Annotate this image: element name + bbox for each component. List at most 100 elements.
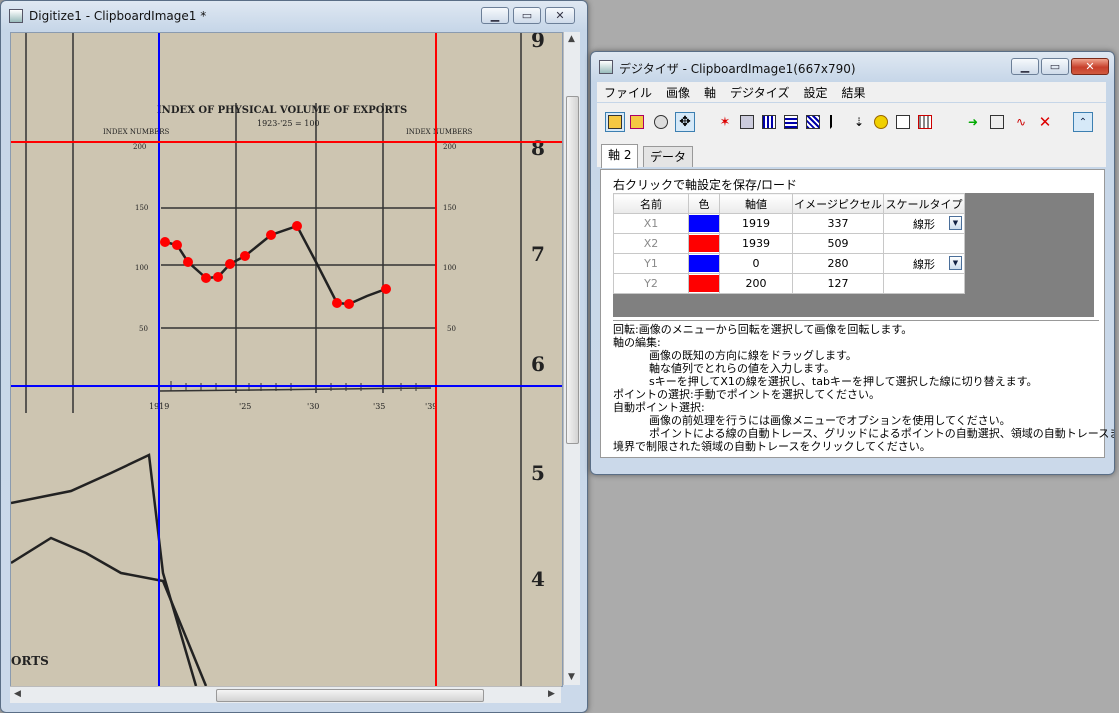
table-row[interactable]: Y1 0 280 線形 ▼ [613,253,965,274]
tab-axis[interactable]: 軸 2 [601,144,639,168]
export-icon[interactable]: ➜ [963,112,983,132]
row-color[interactable] [688,213,720,234]
points-icon[interactable]: ✶ [715,112,735,132]
row-scale-type[interactable] [883,233,965,254]
picked-point[interactable] [172,240,182,250]
delete-points-icon[interactable] [915,112,935,132]
header-axis-value[interactable]: 軸値 [719,193,793,214]
box-icon[interactable] [803,112,823,132]
horizontal-scrollbar[interactable]: ◀ ▶ [10,686,561,703]
maximize-button[interactable]: ▭ [1041,58,1069,75]
menu-settings[interactable]: 設定 [796,84,834,101]
columns-icon[interactable] [987,112,1007,132]
scroll-up-arrow-icon[interactable]: ▲ [568,34,575,44]
header-scale-type[interactable]: スケールタイプ [883,193,965,214]
menu-image[interactable]: 画像 [659,84,697,101]
y-tick-left: 150 [135,204,148,212]
row-name: X2 [613,233,689,254]
move-axes-icon[interactable]: ✥ [675,112,695,132]
chevron-down-icon[interactable]: ▼ [949,216,962,230]
scale-type-value: 線形 [913,257,935,271]
axis-icon[interactable] [827,112,847,132]
page-number: 6 [531,352,545,376]
picked-point[interactable] [381,284,391,294]
header-image-pixel[interactable]: イメージピクセル [792,193,884,214]
header-color[interactable]: 色 [688,193,720,214]
row-axis-value[interactable]: 200 [719,273,793,294]
maximize-button[interactable]: ▭ [513,7,541,24]
scroll-down-arrow-icon[interactable]: ▼ [568,672,575,682]
chart-title: INDEX OF PHYSICAL VOLUME OF EXPORTS [157,105,407,116]
picked-point[interactable] [292,221,302,231]
table-row[interactable]: X1 1919 337 線形 ▼ [613,213,965,234]
help-line: 画像の前処理を行うには画像メニューでオプションを使用してください。 [649,414,1011,427]
trace-icon[interactable]: ∿ [1011,112,1031,132]
row-scale-type[interactable] [883,273,965,294]
help-line: 軸の編集: [613,336,661,349]
chevron-down-icon[interactable]: ▼ [949,256,962,270]
close-button[interactable]: ✕ [545,7,575,24]
clear-icon[interactable]: ✕ [1035,112,1055,132]
picked-point[interactable] [344,299,354,309]
minimize-button[interactable]: ▁ [1011,58,1039,75]
y-tick-right: 50 [447,325,456,333]
picked-point[interactable] [201,273,211,283]
row-axis-value[interactable]: 0 [719,253,793,274]
menu-axis[interactable]: 軸 [697,84,723,101]
row-axis-value[interactable]: 1919 [719,213,793,234]
picked-point[interactable] [266,230,276,240]
row-scale-type[interactable]: 線形 ▼ [883,213,965,234]
menu-results[interactable]: 結果 [834,84,872,101]
row-image-pixel[interactable]: 280 [792,253,884,274]
open-image-icon[interactable] [605,112,625,132]
title-bar[interactable]: デジタイザ - ClipboardImage1(667x790) ▁ ▭ ✕ [591,52,1114,82]
vertical-scrollbar[interactable]: ▲ ▼ [563,32,580,685]
row-color[interactable] [688,253,720,274]
picked-point[interactable] [213,272,223,282]
collapse-icon[interactable]: ⌃ [1073,112,1093,132]
picked-point[interactable] [183,257,193,267]
rotate-icon[interactable] [651,112,671,132]
row-image-pixel[interactable]: 337 [792,213,884,234]
close-button[interactable]: ✕ [1071,58,1109,75]
table-row[interactable]: X2 1939 509 [613,233,965,254]
scroll-right-arrow-icon[interactable]: ▶ [548,689,555,699]
vertical-scroll-thumb[interactable] [566,96,579,444]
undo-icon[interactable] [871,112,891,132]
menu-file[interactable]: ファイル [597,84,659,101]
horizontal-scroll-thumb[interactable] [216,689,484,702]
region-icon[interactable] [781,112,801,132]
minimize-button[interactable]: ▁ [481,7,509,24]
row-name: X1 [613,213,689,234]
tab-data[interactable]: データ [643,146,694,167]
menu-digitize[interactable]: デジタイズ [723,84,796,101]
scanned-graph[interactable]: INDEX OF PHYSICAL VOLUME OF EXPORTS 1923… [11,33,562,686]
scroll-left-arrow-icon[interactable]: ◀ [14,689,21,699]
picked-point[interactable] [240,251,250,261]
row-scale-type[interactable]: 線形 ▼ [883,253,965,274]
title-bar[interactable]: Digitize1 - ClipboardImage1 * ▁ ▭ ✕ [1,1,587,31]
row-image-pixel[interactable]: 127 [792,273,884,294]
grid-icon[interactable] [759,112,779,132]
x-tick: '35 [373,402,385,411]
row-color[interactable] [688,273,720,294]
y-tick-right: 150 [443,204,456,212]
picked-point[interactable] [160,237,170,247]
app-icon [9,9,23,23]
app-icon [599,60,613,74]
table-row[interactable]: Y2 200 127 [613,273,965,294]
image-canvas[interactable]: INDEX OF PHYSICAL VOLUME OF EXPORTS 1923… [10,32,563,687]
header-name[interactable]: 名前 [613,193,689,214]
line-icon[interactable] [737,112,757,132]
picked-point[interactable] [225,259,235,269]
row-axis-value[interactable]: 1939 [719,233,793,254]
open-file-icon[interactable] [627,112,647,132]
add-icon[interactable] [893,112,913,132]
row-image-pixel[interactable]: 509 [792,233,884,254]
help-line: 回転:画像のメニューから回転を選択して画像を回転します。 [613,323,913,336]
picked-point[interactable] [332,298,342,308]
scale-type-value: 線形 [913,217,935,231]
sort-icon[interactable]: ⇣ [849,112,869,132]
chart-subtitle: 1923-'25 = 100 [257,119,320,128]
row-color[interactable] [688,233,720,254]
